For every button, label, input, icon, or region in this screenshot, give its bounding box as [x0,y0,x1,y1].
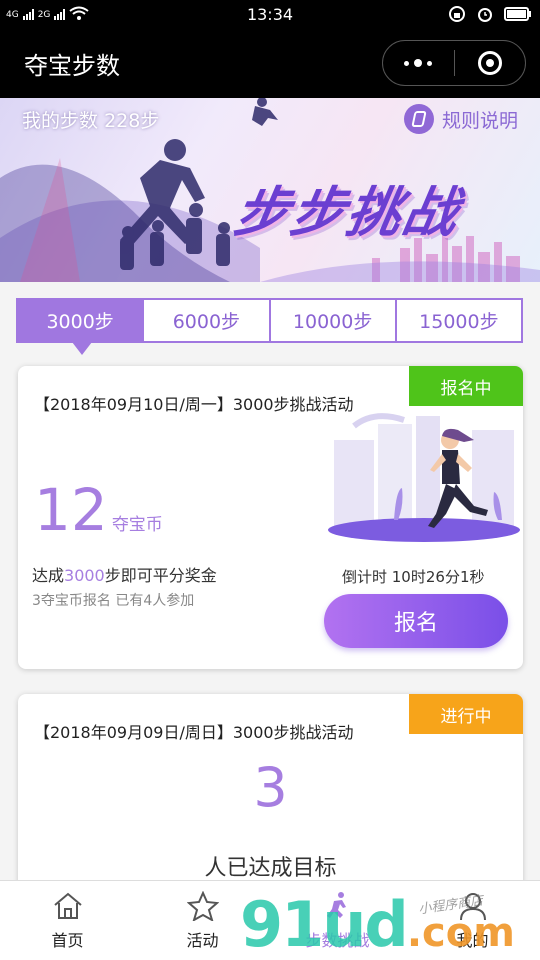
watermark-main: 91ud [240,888,409,960]
my-steps-value: 228步 [104,110,160,132]
nav-bar: 夺宝步数 [0,30,540,98]
more-button[interactable] [383,41,454,85]
more-icon [404,59,433,67]
status-badge: 报名中 [409,366,523,406]
achieved-count: 3 [253,756,288,819]
rules-label: 规则说明 [441,109,518,132]
achieve-condition: 达成3000步即可平分奖金 [32,562,217,586]
page-title: 夺宝步数 [24,52,120,80]
achieve-prefix: 达成 [32,566,65,585]
tab-3000[interactable]: 3000步 [18,300,143,355]
achieve-steps: 3000 [64,566,105,585]
star-icon [186,891,219,921]
tab-15000[interactable]: 15000步 [394,300,521,341]
close-mini-program-button[interactable] [455,41,526,85]
tabbar-label: 活动 [186,931,219,950]
mini-program-capsule [382,40,526,86]
activity-title: 【2018年09月10日/周一】3000步挑战活动 [34,395,354,414]
achieved-label: 人已达成目标 [204,856,337,881]
signup-button[interactable]: 报名 [324,594,508,648]
countdown-timer: 倒计时 10时26分1秒 [342,568,485,586]
rules-icon [403,104,434,134]
challenge-card-ongoing[interactable]: 进行中 【2018年09月09日/周日】3000步挑战活动 3 人已达成目标 [18,694,523,894]
runner-illustration [328,413,520,542]
coins-amount: 12 [34,476,108,544]
hero-banner: 我的步数 228步 规则说明 步步挑战 [0,98,540,282]
my-steps-label: 我的步数 [22,110,99,132]
prize-coins: 12 夺宝币 [34,476,163,544]
tab-10000[interactable]: 10000步 [268,300,395,341]
step-goal-tabs: 3000步 6000步 10000步 15000步 [16,298,523,355]
tabbar-label: 首页 [51,931,84,950]
banner-headline: 步步挑战 [229,181,465,244]
signup-fee-info: 3夺宝币报名 已有4人参加 [32,593,195,609]
alarm-icon [478,8,492,22]
coins-unit: 夺宝币 [111,515,163,535]
home-icon [53,892,82,919]
battery-icon [504,7,531,21]
my-steps: 我的步数 228步 [22,106,159,133]
lock-rotation-icon [449,6,465,22]
tab-6000[interactable]: 6000步 [142,300,268,341]
challenge-card-open[interactable]: 报名中 【2018年09月10日/周一】3000步挑战活动 12 夺宝币 达成3… [18,366,523,669]
status-bar: 4G 2G 13:34 [0,0,540,30]
achieve-suffix: 步即可平分奖金 [104,566,217,585]
activity-title: 【2018年09月09日/周日】3000步挑战活动 [34,723,354,742]
status-badge: 进行中 [409,694,523,734]
tabbar-item-home[interactable]: 首页 [0,881,135,960]
rules-link[interactable]: 规则说明 [403,104,518,134]
close-target-icon [477,51,502,75]
